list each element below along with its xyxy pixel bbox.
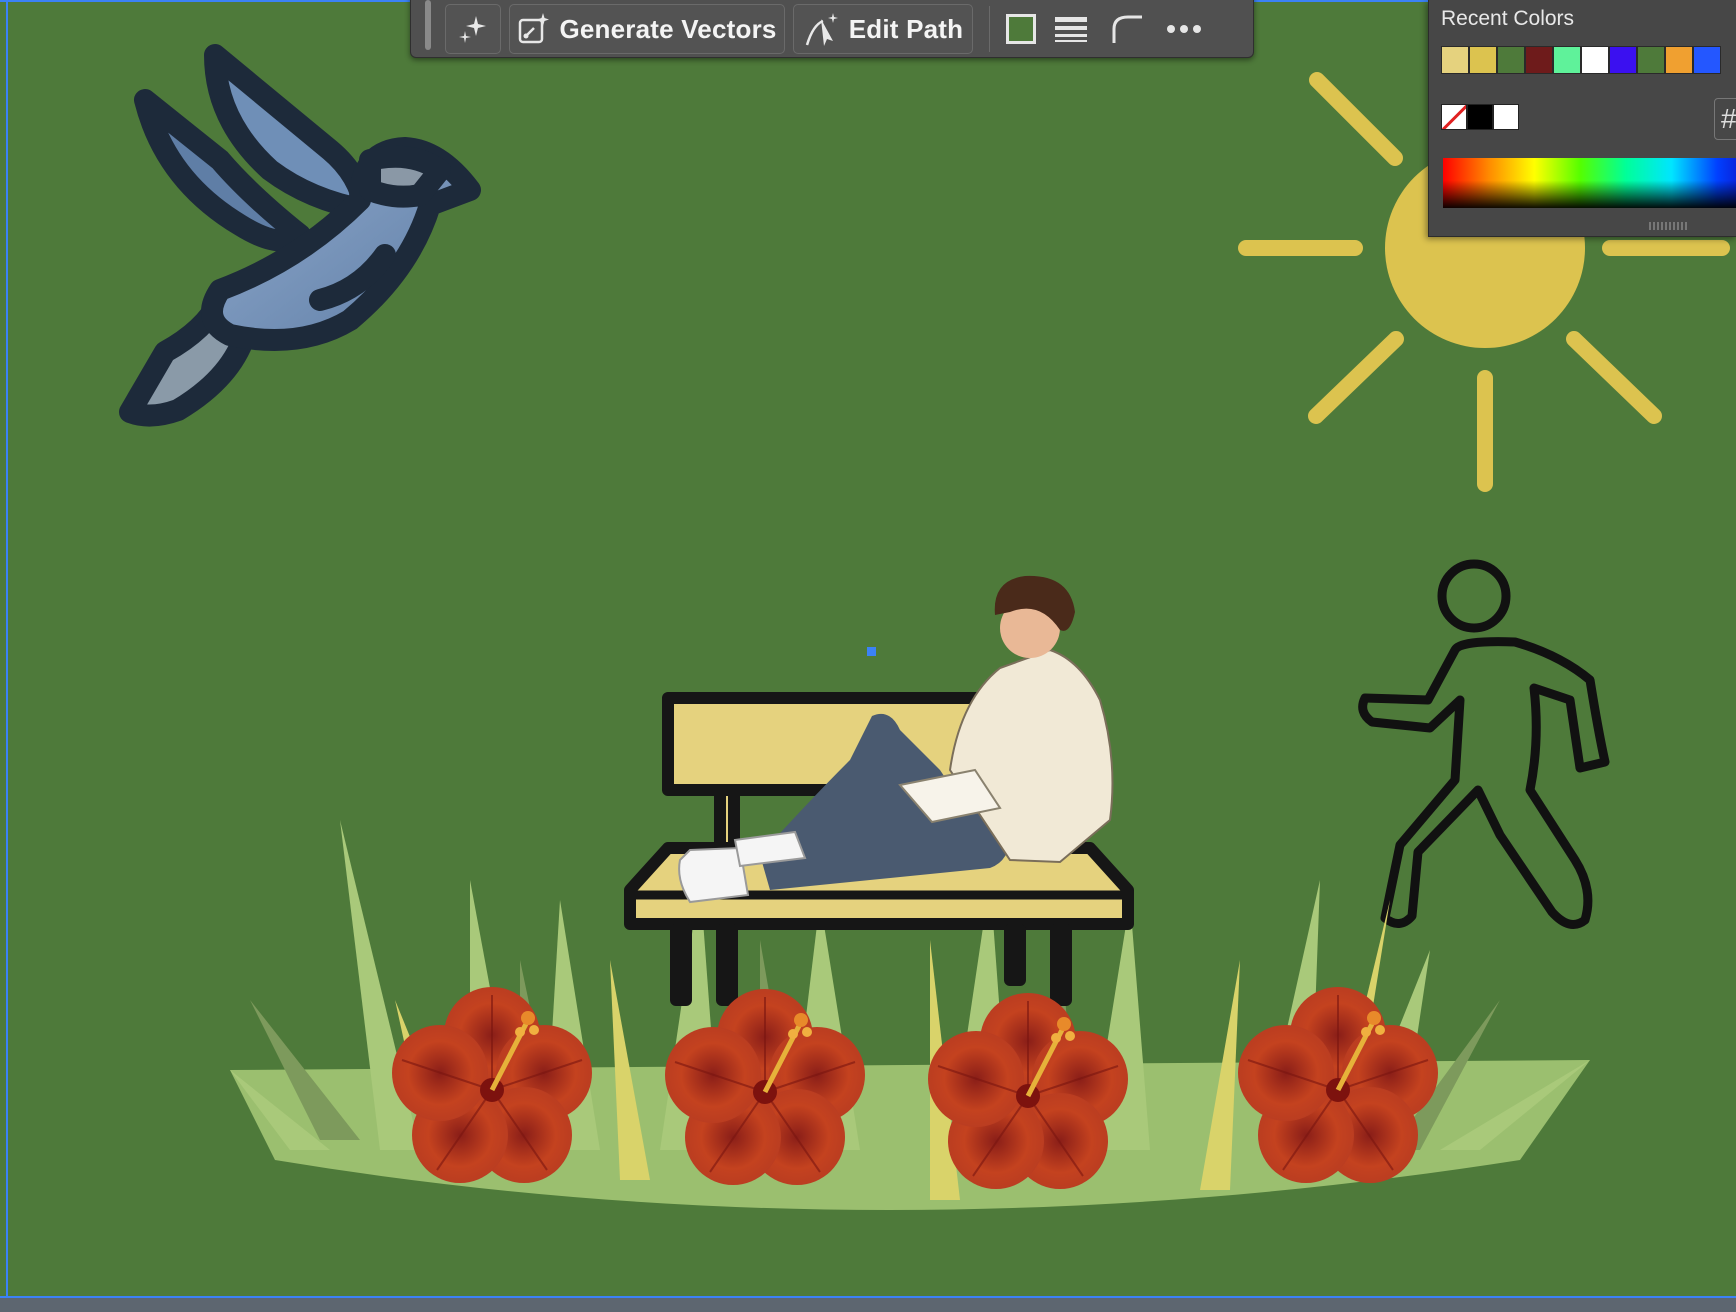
sparkle-icon [459, 16, 486, 43]
panel-resize-grip[interactable] [1649, 222, 1689, 230]
sparkle-button[interactable] [445, 4, 501, 54]
generate-vectors-button[interactable]: Generate Vectors [509, 4, 785, 54]
contextual-task-bar: Generate Vectors Edit Path [410, 0, 1254, 58]
selection-anchor-handle[interactable] [867, 647, 876, 656]
walking-person-icon[interactable] [1358, 559, 1610, 929]
recent-swatch[interactable] [1609, 46, 1637, 74]
recent-swatch[interactable] [1497, 46, 1525, 74]
hex-prefix: # [1721, 103, 1736, 134]
hibiscus-flower-3 [928, 993, 1128, 1189]
color-spectrum-picker[interactable] [1443, 158, 1736, 208]
stroke-lines-icon[interactable] [1054, 14, 1088, 44]
more-icon[interactable] [1166, 24, 1202, 34]
recent-swatch-row [1441, 46, 1721, 74]
bird-illustration[interactable] [119, 44, 481, 427]
artboard-edge-left [6, 0, 8, 1300]
recent-swatch[interactable] [1637, 46, 1665, 74]
hex-input-field[interactable]: # [1714, 98, 1736, 140]
edit-path-label: Edit Path [848, 13, 964, 44]
fill-swatch-icon[interactable] [1006, 14, 1036, 44]
generate-vectors-icon [519, 13, 550, 44]
generate-vectors-label: Generate Vectors [559, 13, 777, 44]
none-swatch[interactable] [1441, 104, 1467, 130]
grip-handle-icon[interactable] [425, 0, 431, 50]
recent-swatch[interactable] [1525, 46, 1553, 74]
white-swatch[interactable] [1493, 104, 1519, 130]
edit-path-icon [805, 13, 838, 46]
canvas-bottom-strip [0, 1298, 1736, 1312]
recent-colors-title: Recent Colors [1441, 7, 1575, 30]
recent-swatch[interactable] [1553, 46, 1581, 74]
recent-colors-panel: Recent Colors [1428, 0, 1736, 237]
recent-swatch[interactable] [1693, 46, 1721, 74]
fill-stroke-swatches [1441, 104, 1519, 130]
recent-swatch[interactable] [1469, 46, 1497, 74]
edit-path-button[interactable]: Edit Path [793, 4, 973, 54]
black-swatch[interactable] [1467, 104, 1493, 130]
corner-icon[interactable] [1110, 13, 1144, 45]
recent-swatch[interactable] [1665, 46, 1693, 74]
recent-swatch[interactable] [1441, 46, 1469, 74]
toolbar-divider [989, 6, 990, 52]
recent-swatch[interactable] [1581, 46, 1609, 74]
